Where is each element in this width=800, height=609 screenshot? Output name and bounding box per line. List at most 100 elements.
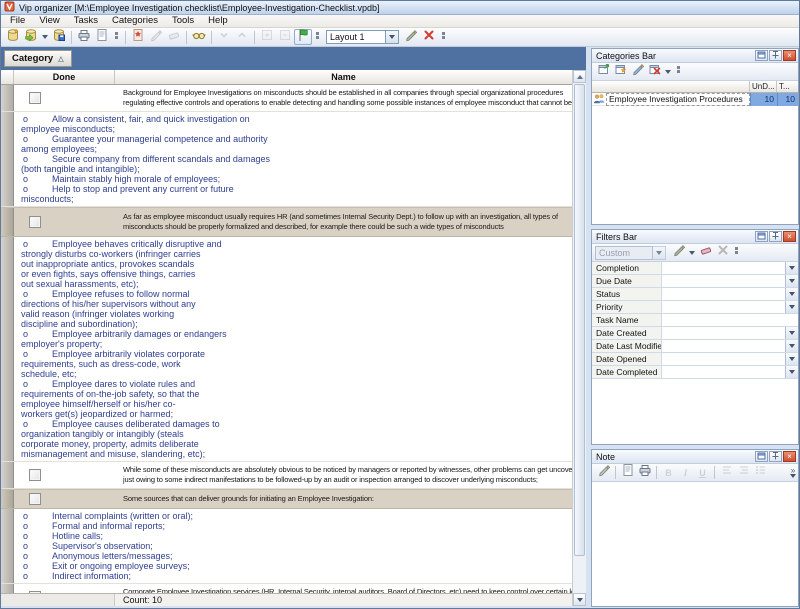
task-checkbox[interactable] — [29, 493, 41, 505]
filter-value-field[interactable] — [662, 262, 785, 274]
filter-value-field[interactable] — [662, 340, 785, 352]
note-panel: Note × BIU» — [591, 449, 799, 607]
filter-value-field[interactable] — [662, 301, 785, 313]
filter-dropdown-button[interactable] — [785, 301, 798, 313]
apply-filter-button[interactable] — [670, 245, 687, 260]
dropdown-caret-icon[interactable] — [42, 35, 48, 39]
delete-layout-button[interactable] — [420, 29, 438, 45]
category-row[interactable]: Employee Investigation Procedures1010 — [592, 93, 798, 106]
task-row[interactable]: Corporate Employee Investigation service… — [1, 584, 572, 593]
note-editor[interactable] — [592, 482, 798, 606]
float-button[interactable] — [755, 50, 768, 61]
new-task-button[interactable] — [129, 29, 147, 45]
category-name-column-header[interactable] — [592, 81, 750, 92]
open-database-button[interactable] — [22, 29, 40, 45]
flag-button[interactable] — [294, 29, 312, 45]
section-heading-row[interactable]: Some sources that can deliver grounds fo… — [1, 489, 572, 509]
bullet-list-icon — [754, 463, 768, 482]
filter-dropdown-button[interactable] — [785, 262, 798, 274]
insert-object-button[interactable] — [619, 465, 636, 480]
view-button[interactable] — [190, 29, 208, 45]
note-toolbar: BIU» — [592, 464, 798, 482]
filter-value-field[interactable] — [662, 275, 785, 287]
filter-value-field[interactable] — [662, 314, 798, 326]
scrollbar-thumb[interactable] — [574, 84, 585, 556]
save-database-button[interactable] — [50, 29, 68, 45]
edit-layout-button[interactable] — [402, 29, 420, 45]
pin-button[interactable] — [769, 451, 782, 462]
add-subcategory-button[interactable] — [612, 64, 629, 79]
bullet-line: oGuarantee your managerial competence an… — [21, 134, 568, 144]
menu-categories[interactable]: Categories — [105, 15, 165, 27]
layout-combobox-dropdown-button[interactable] — [386, 30, 399, 44]
pin-button[interactable] — [769, 50, 782, 61]
bullet-text-continuation: or even fights, says offensive things, c… — [21, 269, 195, 279]
note-title-bar: Note × — [592, 450, 798, 464]
dropdown-caret-icon[interactable] — [665, 70, 671, 74]
filter-dropdown-button[interactable] — [785, 340, 798, 352]
close-button[interactable]: × — [783, 50, 796, 61]
filter-value-field[interactable] — [662, 288, 785, 300]
close-button[interactable]: × — [783, 231, 796, 242]
pin-button[interactable] — [769, 231, 782, 242]
chevron-down-icon — [789, 344, 795, 348]
filter-preset-combobox: Custom — [595, 246, 666, 260]
bullet-line: employee himself/herself or his/her co- — [21, 399, 568, 409]
bullet-text: Internal complaints (written or oral); — [52, 511, 193, 521]
scroll-down-button[interactable] — [573, 593, 586, 606]
bullet-list-row[interactable]: oInternal complaints (written or oral);o… — [1, 509, 572, 584]
filter-dropdown-button[interactable] — [785, 275, 798, 287]
filter-value-field[interactable] — [662, 327, 785, 339]
bullet-list-row[interactable]: oAllow a consistent, fair, and quick inv… — [1, 112, 572, 207]
filter-row: Task Name — [592, 314, 798, 327]
section-heading-row[interactable]: As far as employee misconduct usually re… — [1, 207, 572, 237]
print-preview-button[interactable] — [93, 29, 111, 45]
filter-dropdown-button[interactable] — [785, 353, 798, 365]
bullet-line: oInternal complaints (written or oral); — [21, 511, 568, 521]
expand-all-button — [258, 29, 276, 45]
delete-category-button[interactable] — [646, 64, 663, 79]
print-note-button[interactable] — [636, 465, 653, 480]
task-checkbox[interactable] — [29, 216, 41, 228]
total-column-header[interactable]: T... — [777, 81, 798, 92]
task-checkbox[interactable] — [29, 92, 41, 104]
menu-view[interactable]: View — [32, 15, 66, 27]
float-button[interactable] — [755, 231, 768, 242]
layout-combobox-value[interactable]: Layout 1 — [326, 30, 386, 44]
edit-note-button[interactable] — [595, 465, 612, 480]
undone-column-header[interactable]: UnD... — [750, 81, 777, 92]
menu-help[interactable]: Help — [201, 15, 235, 27]
add-category-button[interactable] — [595, 64, 612, 79]
menu-tools[interactable]: Tools — [165, 15, 201, 27]
print-button[interactable] — [75, 29, 93, 45]
scroll-up-button[interactable] — [573, 70, 586, 83]
group-by-category-button[interactable]: Category △ — [4, 50, 72, 67]
filter-value-field[interactable] — [662, 366, 785, 378]
bullet-line: oAllow a consistent, fair, and quick inv… — [21, 114, 568, 124]
filter-dropdown-button[interactable] — [785, 288, 798, 300]
filter-preset-dropdown-button — [653, 246, 666, 260]
filters-bar-title-bar: Filters Bar × — [592, 230, 798, 244]
toolbar-overflow-button[interactable]: » — [790, 468, 798, 478]
filter-dropdown-button[interactable] — [785, 327, 798, 339]
menu-file[interactable]: File — [3, 15, 32, 27]
clear-filter-button[interactable] — [697, 245, 714, 260]
task-grid: Background for Employee Investigations o… — [1, 85, 572, 593]
task-checkbox[interactable] — [29, 469, 41, 481]
menu-tasks[interactable]: Tasks — [67, 15, 105, 27]
float-button[interactable] — [755, 451, 768, 462]
task-row[interactable]: While some of these misconducts are abso… — [1, 462, 572, 489]
vertical-scrollbar[interactable] — [572, 70, 586, 606]
task-row[interactable]: Background for Employee Investigations o… — [1, 85, 572, 112]
bullet-marker: o — [21, 561, 52, 571]
dropdown-caret-icon[interactable] — [689, 251, 695, 255]
new-database-button[interactable] — [4, 29, 22, 45]
bullet-list-row[interactable]: oEmployee behaves critically disruptive … — [1, 237, 572, 462]
bullet-line: oEmployee dares to violate rules and — [21, 379, 568, 389]
done-column-header[interactable]: Done — [14, 70, 115, 84]
edit-category-button[interactable] — [629, 64, 646, 79]
filter-dropdown-button[interactable] — [785, 366, 798, 378]
name-column-header[interactable]: Name — [115, 70, 572, 84]
filter-value-field[interactable] — [662, 353, 785, 365]
close-button[interactable]: × — [783, 451, 796, 462]
